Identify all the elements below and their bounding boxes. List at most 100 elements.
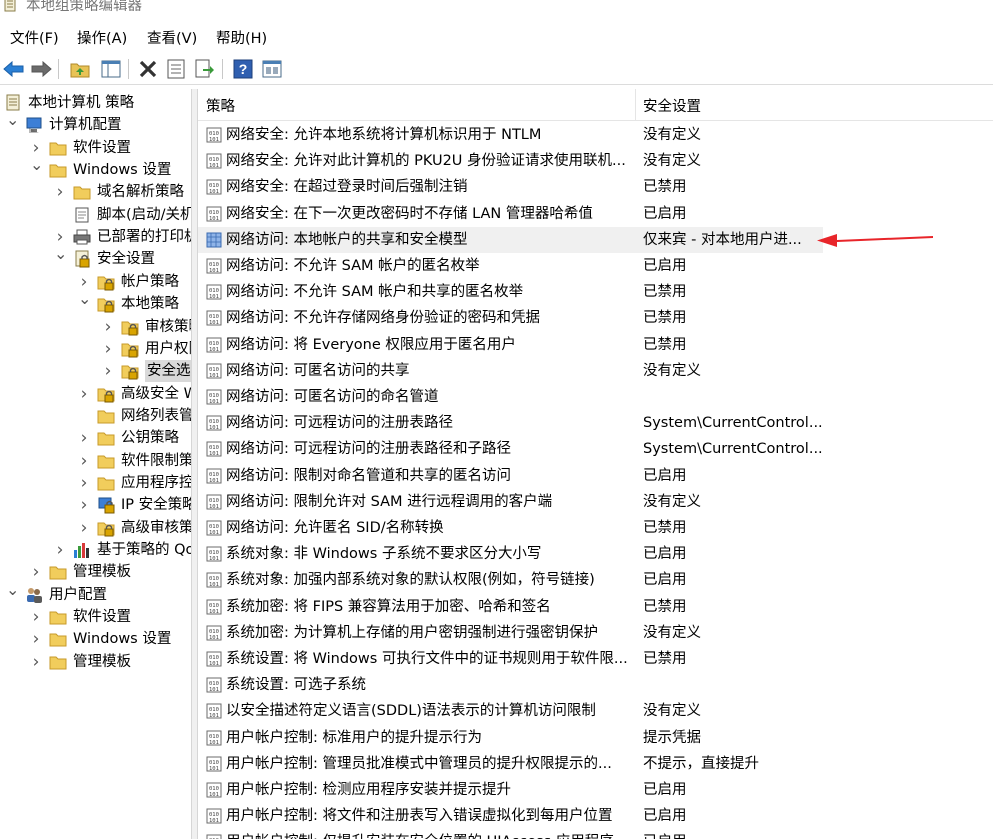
export-list-icon[interactable] [193,57,217,81]
policy-icon: 010101 [206,389,222,405]
table-row[interactable]: 010 101 网络访问: 不允许 SAM 帐户和共享的匿名枚举 已禁用 [198,279,993,305]
table-row[interactable]: 010 101 网络访问: 可匿名访问的共享 没有定义 [198,358,993,384]
table-row[interactable]: 010 101 网络安全: 在下一次更改密码时不存储 LAN 管理器哈希值 已启用 [198,201,993,227]
expanded-chevron-icon[interactable]: ⌄ [54,246,67,262]
table-row[interactable]: 010 101 网络访问: 限制允许对 SAM 进行远程调用的客户端 没有定义 [198,489,993,515]
tree-node[interactable]: › 帐户策略 [0,271,191,293]
console-view-icon[interactable] [260,57,284,81]
expanded-chevron-icon[interactable]: ⌄ [78,291,91,307]
table-row[interactable]: 010 101 网络访问: 可远程访问的注册表路径 System\CurrentCon… [198,410,993,436]
menu-help[interactable]: 帮助(H) [216,28,267,50]
menu-file[interactable]: 文件(F) [10,28,59,50]
tree-node[interactable]: › 用户权限分配 [0,338,191,360]
menu-view[interactable]: 查看(V) [147,28,197,50]
expanded-chevron-icon[interactable]: ⌄ [6,112,19,128]
expanded-chevron-icon[interactable]: ⌄ [30,157,43,173]
tree-node[interactable]: › 安全选项 [0,360,191,383]
policy-name-cell: 网络安全: 允许本地系统将计算机标识用于 NTLM [226,127,542,143]
collapsed-chevron-icon[interactable]: › [78,430,90,447]
collapsed-chevron-icon[interactable]: › [102,340,114,357]
table-row[interactable]: 网络访问: 本地帐户的共享和安全模型 仅来宾 - 对本地用户进... [198,226,823,253]
table-row[interactable]: 010 101 系统加密: 将 FIPS 兼容算法用于加密、哈希和签名 已禁用 [198,594,993,620]
show-hide-tree-icon[interactable] [99,57,123,81]
tree-node[interactable]: ⌄ 安全设置 [0,246,191,270]
table-row[interactable]: 010 101 网络访问: 可远程访问的注册表路径和子路径 System\Curren… [198,436,993,462]
table-row[interactable]: 010 101 网络访问: 可匿名访问的命名管道 [198,384,993,410]
table-row[interactable]: 010 101 网络访问: 不允许存储网络身份验证的密码和凭据 已禁用 [198,305,993,331]
tree-node[interactable]: › 软件设置 [0,606,191,628]
tree-node[interactable]: ⌄ 用户配置 [0,581,191,606]
column-header-policy[interactable]: 策略 [206,89,235,121]
table-row[interactable]: 010 101 网络访问: 将 Everyone 权限应用于匿名用户 已禁用 [198,332,993,358]
collapsed-chevron-icon[interactable]: › [54,229,66,246]
table-row[interactable]: 010 101 网络访问: 允许匿名 SID/名称转换 已禁用 [198,515,993,541]
collapsed-chevron-icon[interactable]: › [78,519,90,536]
table-row[interactable]: 010 101 用户帐户控制: 标准用户的提升提示行为 提示凭据 [198,725,993,751]
tree-node[interactable]: › 高级审核策略配置 [0,517,191,539]
pane-splitter[interactable] [191,89,198,839]
table-row[interactable]: 010 101 网络安全: 允许本地系统将计算机标识用于 NTLM 没有定义 [198,122,993,148]
tree-node[interactable]: › 基于策略的 QoS [0,539,191,561]
table-row[interactable]: 010 101 系统设置: 将 Windows 可执行文件中的证书规则用于软件限..… [198,646,993,672]
tree-node[interactable]: › 域名解析策略 [0,181,191,203]
collapsed-chevron-icon[interactable]: › [30,609,42,626]
collapsed-chevron-icon[interactable]: › [78,385,90,402]
tree-node[interactable]: › 管理模板 [0,651,191,673]
collapsed-chevron-icon[interactable]: › [30,653,42,670]
expanded-chevron-icon[interactable]: ⌄ [6,581,19,598]
back-arrow-icon[interactable] [2,57,26,81]
collapsed-chevron-icon[interactable]: › [30,564,42,581]
collapsed-chevron-icon[interactable]: › [30,139,42,156]
tree-node[interactable]: › 已部署的打印机 [0,226,191,248]
collapsed-chevron-icon[interactable]: › [102,318,114,335]
collapsed-chevron-icon[interactable]: › [54,542,66,559]
table-row[interactable]: 010 101 系统加密: 为计算机上存储的用户密钥强制进行强密钥保护 没有定义 [198,620,993,646]
tree-node[interactable]: ⌄ Windows 设置 [0,157,191,181]
table-row[interactable]: 010 101 网络访问: 限制对命名管道和共享的匿名访问 已启用 [198,463,993,489]
tree-node[interactable]: › 审核策略 [0,316,191,338]
collapsed-chevron-icon[interactable]: › [102,363,114,380]
properties-icon[interactable] [164,57,188,81]
table-row[interactable]: 010 101 以安全描述符定义语言(SDDL)语法表示的计算机访问限制 没有定义 [198,698,993,724]
collapsed-chevron-icon[interactable]: › [78,497,90,514]
table-row[interactable]: 010 101 系统设置: 可选子系统 [198,672,993,698]
delete-icon[interactable] [136,57,160,81]
tree-node[interactable]: › 公钥策略 [0,427,191,449]
table-row[interactable]: 010 101 系统对象: 加强内部系统对象的默认权限(例如，符号链接) 已启用 [198,567,993,593]
table-row[interactable]: 010 101 用户帐户控制: 管理员批准模式中管理员的提升权限提示的... 不提示，… [198,751,993,777]
collapsed-chevron-icon[interactable]: › [30,631,42,648]
collapsed-chevron-icon[interactable]: › [54,184,66,201]
up-folder-icon[interactable] [68,57,92,81]
table-row[interactable]: 010 101 网络安全: 允许对此计算机的 PKU2U 身份验证请求使用联机...… [198,148,993,174]
collapsed-chevron-icon[interactable]: › [78,474,90,491]
collapsed-chevron-icon[interactable]: › [78,452,90,469]
tree-node-label: 安全选项 [145,360,191,383]
tree-node[interactable]: › 高级安全 Windows Defender 防火墙 [0,383,191,405]
tree-node[interactable]: › 管理模板 [0,561,191,583]
table-row[interactable]: 010 101 系统对象: 非 Windows 子系统不要求区分大小写 已启用 [198,541,993,567]
tree-node[interactable]: 网络列表管理器策略 [0,405,191,427]
table-row[interactable]: 010 101 用户帐户控制: 将文件和注册表写入错误虚拟化到每用户位置 已启用 [198,803,993,829]
tree-node[interactable]: › 应用程序控制策略 [0,472,191,494]
svg-text:101: 101 [209,504,219,510]
table-row[interactable]: 010 101 网络访问: 不允许 SAM 帐户的匿名枚举 已启用 [198,253,993,279]
tree-node[interactable]: › 软件设置 [0,137,191,159]
tree-node[interactable]: 脚本(启动/关机) [0,204,191,226]
table-row[interactable]: 010101 用户帐户控制: 仅提升安装在安全位置的 UIAccess 应用程序已… [198,829,993,839]
tree-node[interactable]: › 软件限制策略 [0,450,191,472]
tree-node[interactable]: › Windows 设置 [0,628,191,650]
table-row[interactable]: 010 101 用户帐户控制: 检测应用程序安装并提示提升 已启用 [198,777,993,803]
menu-action[interactable]: 操作(A) [77,28,127,50]
tree-node[interactable]: 本地计算机 策略 [0,92,191,114]
help-icon[interactable]: ? [231,57,255,81]
column-header-security-setting[interactable]: 安全设置 [643,89,701,121]
policy-name-cell: 系统设置: 可选子系统 [226,677,366,694]
table-row[interactable]: 010 101 网络安全: 在超过登录时间后强制注销 已禁用 [198,174,993,200]
forward-arrow-icon[interactable] [29,57,53,81]
collapsed-chevron-icon[interactable]: › [78,273,90,290]
tree-node[interactable]: ⌄ 本地策略 [0,291,191,315]
column-divider[interactable] [635,89,636,121]
tree-node[interactable]: ⌄ 计算机配置 [0,112,191,136]
tree-node[interactable]: › IP 安全策略，在 本地计算机 [0,494,191,516]
tree-node-label: Windows 设置 [73,162,172,179]
